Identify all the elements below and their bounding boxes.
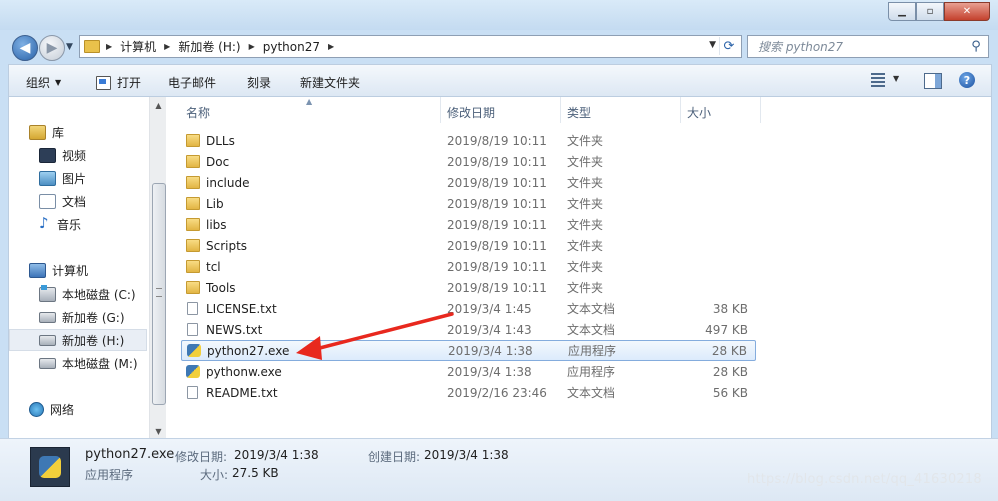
annotation-arrow [296,312,454,360]
explorer-window: ▁ ▫ ✕ ◀ ▶ ▼ ▶ 计算机 ▶ 新加卷 (H:) ▶ python27 … [0,0,998,501]
